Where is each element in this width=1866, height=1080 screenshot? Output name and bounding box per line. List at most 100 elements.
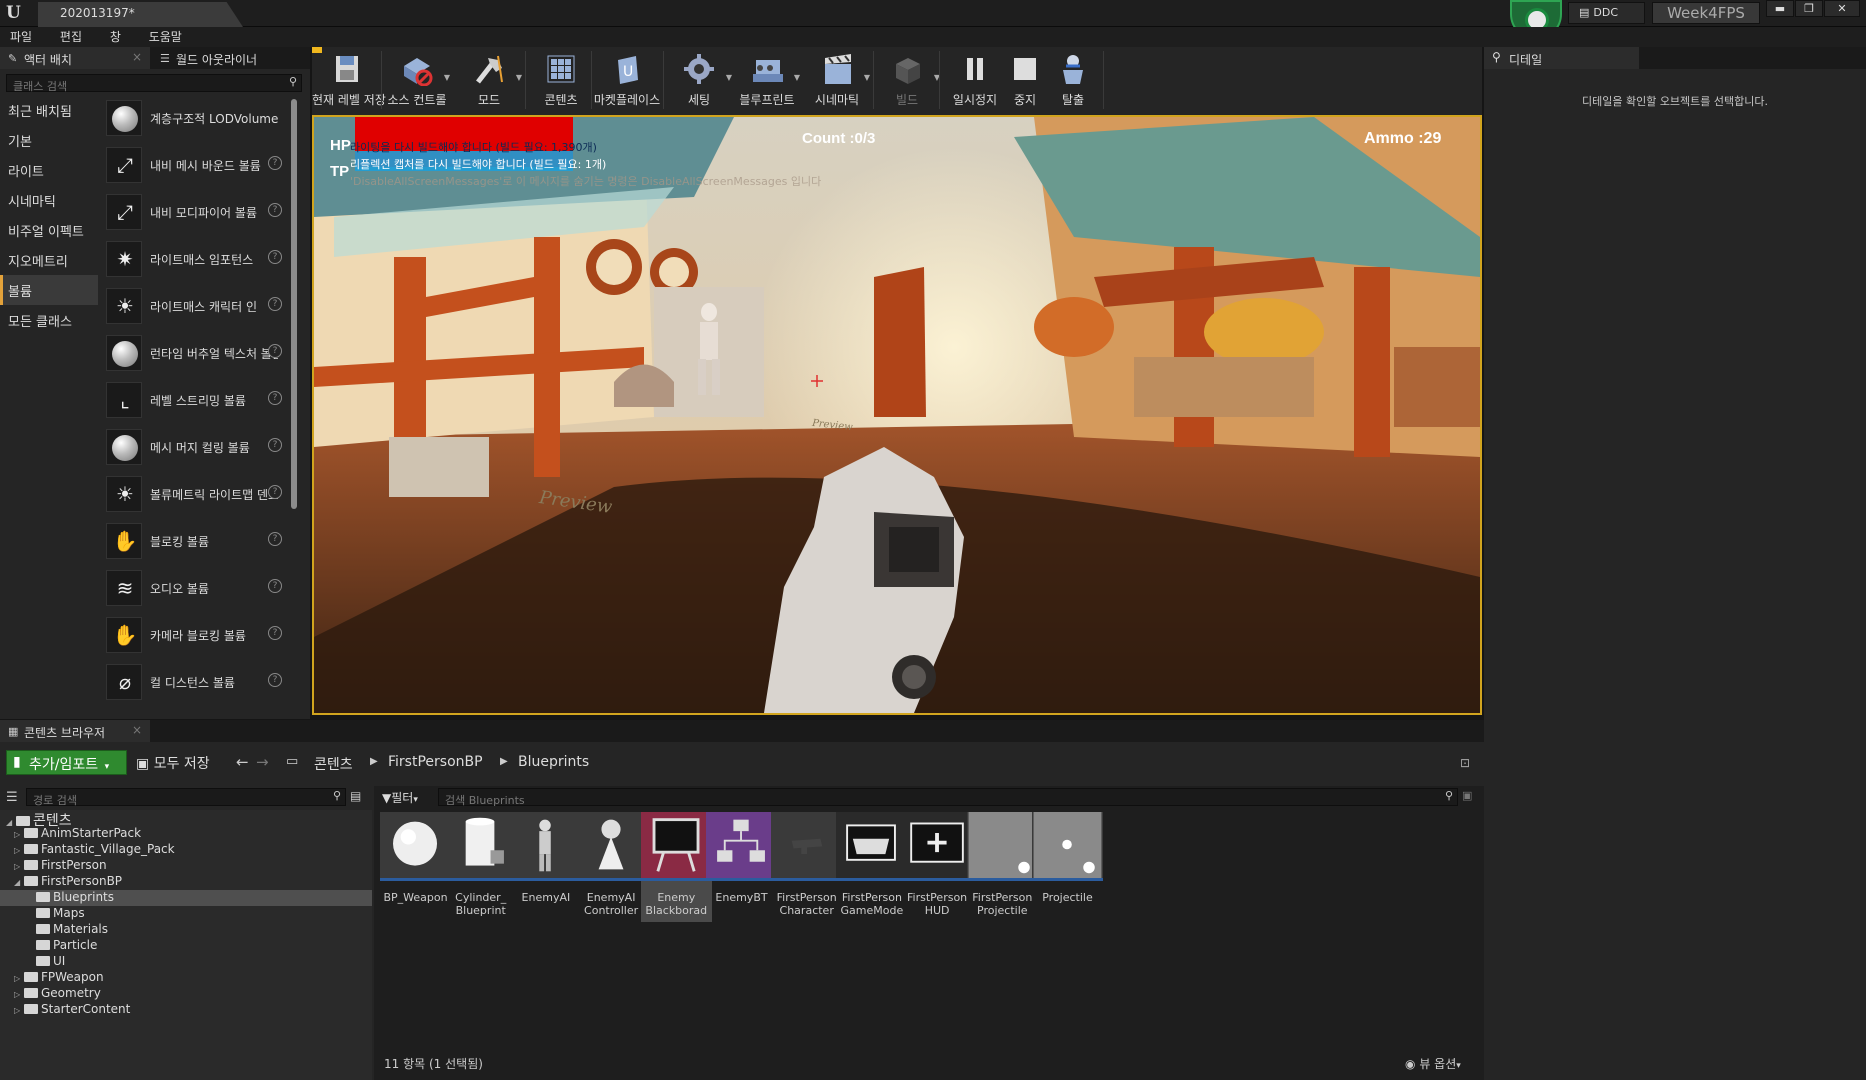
help-icon[interactable]: ? — [268, 626, 282, 640]
category-item[interactable]: 기본 — [0, 125, 98, 155]
help-icon[interactable]: ? — [268, 250, 282, 264]
category-item[interactable]: 라이트 — [0, 155, 98, 185]
chevron-down-icon[interactable]: ▼ — [794, 73, 800, 82]
ddc-button[interactable]: ▤ DDC — [1568, 2, 1645, 24]
folder-tree-item[interactable]: Particle — [0, 938, 372, 954]
collapsed-arrow-icon[interactable]: ▷ — [14, 830, 24, 839]
chevron-down-icon[interactable]: ▼ — [864, 73, 870, 82]
folder-tree-item[interactable]: UI — [0, 954, 372, 970]
help-icon[interactable]: ? — [268, 579, 282, 593]
help-icon[interactable]: ? — [268, 391, 282, 405]
placeable-item[interactable]: 계층구조적 LODVolume — [104, 95, 290, 142]
help-icon[interactable]: ? — [268, 438, 282, 452]
category-item[interactable]: 볼륨 — [0, 275, 98, 305]
folder-tree-item[interactable]: ▷ FPWeapon — [0, 970, 372, 986]
placeable-item[interactable]: ☀ 볼류메트릭 라이트맵 덴스? — [104, 471, 290, 518]
tab-place-actors[interactable]: ✎ 액터 배치 × — [0, 47, 150, 69]
placeable-item[interactable]: 런타임 버추얼 텍스처 볼륨? — [104, 330, 290, 377]
save-all-button[interactable]: ▣ 모두 저장 — [136, 753, 210, 773]
save-search-icon[interactable]: ▣ — [1462, 789, 1472, 802]
help-icon[interactable]: ? — [268, 673, 282, 687]
help-icon[interactable]: ? — [268, 156, 282, 170]
collapsed-arrow-icon[interactable]: ▷ — [14, 846, 24, 855]
menu-edit[interactable]: 편집 — [60, 27, 82, 47]
chevron-down-icon[interactable]: ▼ — [444, 73, 450, 82]
placeable-item[interactable]: ☀ 라이트매스 캐릭터 인? — [104, 283, 290, 330]
toolbar-button[interactable]: 현재 레벨 저장 — [312, 47, 386, 115]
placeable-item[interactable]: ✋ 카메라 블로킹 볼륨? — [104, 612, 290, 659]
placeable-item[interactable]: ⤢ 내비 모디파이어 볼륨? — [104, 189, 290, 236]
list-view-icon[interactable]: ▤ — [350, 789, 361, 803]
toolbar-button[interactable]: 시네마틱 ▼ — [802, 47, 872, 115]
lock-icon[interactable]: ⊡ — [1460, 756, 1470, 770]
back-arrow-icon[interactable]: ← — [236, 753, 249, 771]
folder-tree-item[interactable]: Maps — [0, 906, 372, 922]
toolbar-button[interactable]: 세팅 ▼ — [664, 47, 734, 115]
menu-file[interactable]: 파일 — [10, 27, 32, 47]
placeable-item[interactable]: ⌞ 레벨 스트리밍 볼륨? — [104, 377, 290, 424]
toolbar-button[interactable]: 블루프린트 ▼ — [732, 47, 802, 115]
sources-panel-icon[interactable]: ☰ — [6, 790, 18, 805]
toolbar-button[interactable]: 콘텐츠 — [526, 47, 596, 115]
filter-button[interactable]: ▼필터▾ — [382, 789, 418, 806]
place-panel-scrollbar[interactable] — [291, 99, 297, 509]
help-icon[interactable]: ? — [268, 344, 282, 358]
toolbar-button[interactable]: 모드 ▼ — [454, 47, 524, 115]
folder-tree-item[interactable]: Blueprints — [0, 890, 372, 906]
menu-help[interactable]: 도움말 — [149, 27, 182, 47]
view-options-button[interactable]: ◉ 뷰 옵션▾ — [1405, 1055, 1461, 1072]
category-item[interactable]: 비주얼 이펙트 — [0, 215, 98, 245]
placeable-item[interactable]: ✷ 라이트매스 임포턴스? — [104, 236, 290, 283]
folder-tree-item[interactable]: ▷ StarterContent — [0, 1002, 372, 1018]
breadcrumb-blueprints[interactable]: Blueprints — [518, 754, 589, 770]
placeable-item[interactable]: ⤢ 내비 메시 바운드 볼륨? — [104, 142, 290, 189]
help-icon[interactable]: ? — [268, 203, 282, 217]
add-import-button[interactable]: ▮ 추가/임포트 ▾ — [6, 750, 127, 775]
asset-tile[interactable]: FirstPerson Projectile — [966, 812, 1038, 922]
class-search-input[interactable]: 클래스 검색 ⚲ — [6, 74, 302, 93]
help-icon[interactable]: ? — [268, 532, 282, 546]
folder-tree-item[interactable]: ▷ Geometry — [0, 986, 372, 1002]
collapsed-arrow-icon[interactable]: ▷ — [14, 862, 24, 871]
asset-tile[interactable]: Projectile — [1032, 812, 1103, 922]
help-icon[interactable]: ? — [268, 297, 282, 311]
category-item[interactable]: 최근 배치됨 — [0, 95, 98, 125]
folder-tree-item[interactable]: ▷ AnimStarterPack — [0, 826, 372, 842]
tab-close-icon[interactable]: × — [132, 723, 142, 737]
folder-tree-item[interactable]: Materials — [0, 922, 372, 938]
close-button[interactable]: ✕ — [1824, 0, 1860, 17]
collapsed-arrow-icon[interactable]: ▷ — [14, 974, 24, 983]
help-icon[interactable]: ? — [268, 485, 282, 499]
asset-tile[interactable]: Enemy Blackborad — [640, 812, 712, 922]
folder-tree-item[interactable]: ▷ Fantastic_Village_Pack — [0, 842, 372, 858]
folder-tree-item[interactable]: ▷ FirstPerson — [0, 858, 372, 874]
project-tab[interactable]: 202013197* — [38, 2, 243, 27]
category-item[interactable]: 시네마틱 — [0, 185, 98, 215]
chevron-down-icon[interactable]: ▼ — [516, 73, 522, 82]
menu-window[interactable]: 창 — [110, 27, 121, 47]
asset-search-input[interactable]: 검색 Blueprints ⚲ — [438, 788, 1458, 807]
tab-world-outliner[interactable]: ☰ 월드 아웃라이너 — [152, 47, 310, 69]
minimize-button[interactable]: ▬ — [1766, 0, 1794, 17]
category-item[interactable]: 모든 클래스 — [0, 305, 98, 335]
placeable-item[interactable]: 메시 머지 컬링 볼륨? — [104, 424, 290, 471]
category-item[interactable]: 지오메트리 — [0, 245, 98, 275]
forward-arrow-icon[interactable]: → — [256, 753, 269, 771]
collapsed-arrow-icon[interactable]: ▷ — [14, 990, 24, 999]
path-search-input[interactable]: 경로 검색 ⚲ — [26, 788, 346, 807]
placeable-item[interactable]: ⌀ 컬 디스턴스 볼륨? — [104, 659, 290, 706]
breadcrumb-content[interactable]: 콘텐츠 — [314, 754, 353, 774]
toolbar-button[interactable]: 소스 컨트롤 ▼ — [382, 47, 452, 115]
placeable-item[interactable]: ≋ 오디오 볼륨? — [104, 565, 290, 612]
toolbar-button[interactable]: 탈출 — [1038, 47, 1108, 115]
placeable-item[interactable]: ✋ 블로킹 볼륨? — [104, 518, 290, 565]
asset-tile[interactable]: Cylinder_ Blueprint — [445, 812, 517, 922]
tab-details[interactable]: ⚲ 디테일 — [1484, 47, 1639, 69]
folder-tree-item[interactable]: ◢ FirstPersonBP — [0, 874, 372, 890]
collapsed-arrow-icon[interactable]: ▷ — [14, 1006, 24, 1015]
maximize-button[interactable]: ❐ — [1795, 0, 1823, 17]
tab-content-browser[interactable]: ▦ 콘텐츠 브라우저 × — [0, 720, 150, 742]
toolbar-button[interactable]: 빌드 ▼ — [872, 47, 942, 115]
expanded-arrow-icon[interactable]: ◢ — [14, 878, 24, 887]
tab-close-icon[interactable]: × — [132, 50, 142, 64]
